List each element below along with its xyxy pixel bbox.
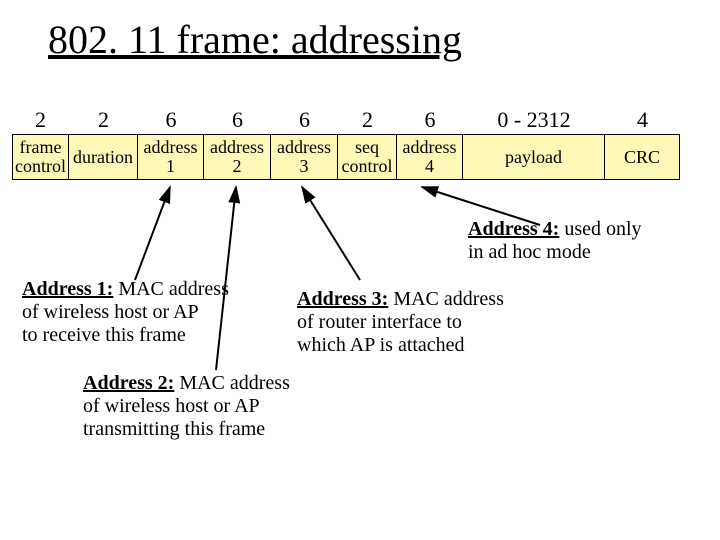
note-address-1: Address 1: MAC addressof wireless host o… <box>22 278 272 347</box>
slide-title: 802. 11 frame: addressing <box>48 16 462 63</box>
field-payload: payload <box>463 134 605 180</box>
size-7: 0 - 2312 <box>463 107 605 133</box>
field-address-2: address2 <box>204 134 271 180</box>
note-address-2: Address 2: MAC addressof wireless host o… <box>83 372 333 441</box>
field-seq-control: seqcontrol <box>338 134 397 180</box>
arrows-svg <box>0 0 720 540</box>
size-8: 4 <box>605 107 680 133</box>
frame-structure: framecontrol duration address1 address2 … <box>12 134 680 180</box>
size-0: 2 <box>12 107 69 133</box>
note-address-4: Address 4: used onlyin ad hoc mode <box>468 218 698 264</box>
size-3: 6 <box>204 107 271 133</box>
field-address-1: address1 <box>138 134 204 180</box>
size-2: 6 <box>138 107 204 133</box>
size-5: 2 <box>338 107 397 133</box>
note-address-3: Address 3: MAC addressof router interfac… <box>297 288 547 357</box>
field-frame-control: framecontrol <box>12 134 69 180</box>
size-1: 2 <box>69 107 138 133</box>
size-4: 6 <box>271 107 338 133</box>
field-address-3: address3 <box>271 134 338 180</box>
field-sizes-row: 2 2 6 6 6 2 6 0 - 2312 4 <box>12 107 680 133</box>
field-address-4: address4 <box>397 134 463 180</box>
field-duration: duration <box>69 134 138 180</box>
field-crc: CRC <box>605 134 680 180</box>
size-6: 6 <box>397 107 463 133</box>
